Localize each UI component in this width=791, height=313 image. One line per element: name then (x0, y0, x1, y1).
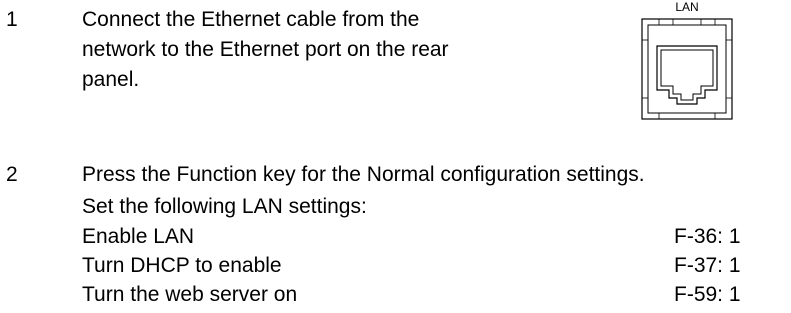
setting-code: F-36: 1 (674, 225, 741, 248)
setting-name: Turn the web server on (82, 283, 298, 306)
settings-intro: Set the following LAN settings: (82, 195, 367, 218)
setting-name: Enable LAN (82, 225, 195, 248)
step-text: Connect the Ethernet cable from the netw… (82, 5, 557, 95)
step-number: 2 (6, 163, 18, 186)
step-text-line: Connect the Ethernet cable from the (82, 8, 420, 31)
setting-row: Enable LAN F-36: 1 (82, 222, 782, 252)
setting-code: F-59: 1 (674, 283, 741, 306)
lan-port-figure: LAN (641, 0, 733, 120)
step-number: 1 (6, 8, 18, 31)
ethernet-port-icon (641, 18, 733, 120)
lan-label: LAN (675, 0, 699, 14)
setting-code: F-37: 1 (674, 254, 741, 277)
step-text: Press the Function key for the Normal co… (82, 163, 645, 186)
setting-name: Turn DHCP to enable (82, 254, 282, 277)
step-text-line: network to the Ethernet port on the rear (82, 38, 449, 61)
setting-row: Turn the web server on F-59: 1 (82, 280, 782, 310)
setting-row: Turn DHCP to enable F-37: 1 (82, 251, 782, 281)
step-text-line: panel. (82, 68, 140, 91)
